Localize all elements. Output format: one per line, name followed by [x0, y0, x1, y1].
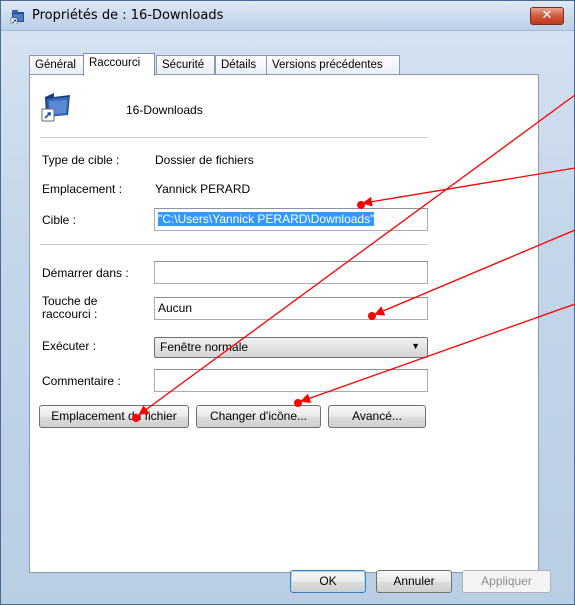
hotkey-input[interactable]: Aucun — [154, 297, 428, 320]
target-input[interactable]: "C:\Users\Yannick PERARD\Downloads" — [154, 208, 428, 231]
close-button[interactable]: ✕ — [530, 7, 564, 25]
comment-label: Commentaire : — [42, 374, 121, 388]
tab-previous-versions[interactable]: Versions précédentes — [266, 55, 400, 75]
window-title: Propriétés de : 16-Downloads — [32, 8, 224, 23]
target-input-text: "C:\Users\Yannick PERARD\Downloads" — [158, 212, 375, 226]
ok-button[interactable]: OK — [290, 570, 366, 593]
change-icon-button[interactable]: Changer d'icône... — [196, 405, 321, 428]
cancel-button[interactable]: Annuler — [376, 570, 452, 593]
target-type-label: Type de cible : — [42, 153, 120, 167]
tab-shortcut[interactable]: Raccourci — [83, 53, 155, 76]
properties-window: Propriétés de : 16-Downloads ✕ Général R… — [0, 0, 575, 605]
run-select[interactable]: Fenêtre normale ▼ — [154, 337, 428, 358]
run-label: Exécuter : — [42, 339, 97, 353]
location-label: Emplacement : — [42, 182, 123, 196]
tab-security[interactable]: Sécurité — [156, 55, 215, 75]
tab-general[interactable]: Général — [29, 55, 84, 75]
target-label: Cible : — [42, 213, 77, 227]
start-in-label: Démarrer dans : — [42, 266, 129, 280]
chevron-down-icon: ▼ — [411, 341, 420, 351]
comment-input[interactable] — [154, 369, 428, 392]
start-in-input[interactable] — [154, 261, 428, 284]
run-select-value: Fenêtre normale — [160, 340, 249, 354]
advanced-button[interactable]: Avancé... — [328, 405, 426, 428]
open-file-location-button[interactable]: Emplacement du fichier — [39, 405, 189, 428]
location-value: Yannick PERARD — [155, 182, 251, 196]
target-type-value: Dossier de fichiers — [155, 153, 254, 167]
separator — [40, 137, 428, 138]
separator — [40, 244, 428, 245]
folder-shortcut-icon — [10, 10, 24, 24]
tab-details[interactable]: Détails — [215, 55, 267, 75]
folder-shortcut-icon — [41, 93, 70, 122]
apply-button: Appliquer — [462, 570, 551, 593]
shortcut-panel: 16-Downloads Type de cible : Dossier de … — [29, 74, 539, 573]
hotkey-label-line1: Touche de — [42, 294, 98, 308]
shortcut-name: 16-Downloads — [126, 103, 203, 117]
close-icon: ✕ — [541, 8, 553, 23]
title-bar[interactable]: Propriétés de : 16-Downloads ✕ — [1, 1, 574, 31]
hotkey-label-line2: raccourci : — [42, 307, 98, 321]
